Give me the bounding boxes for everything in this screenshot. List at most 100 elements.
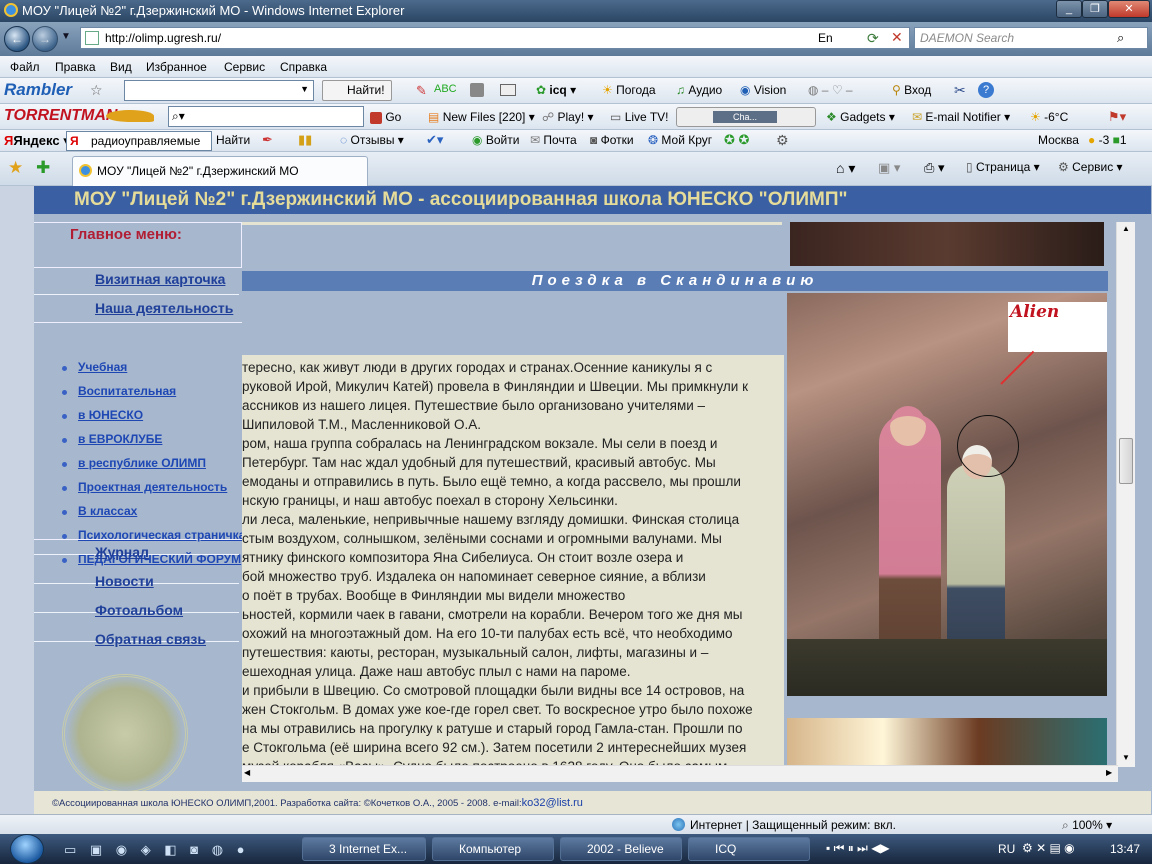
tools-menu[interactable]: ⚙ Сервис ▾: [1058, 160, 1123, 174]
add-favorite-icon[interactable]: ✚: [36, 158, 50, 178]
menu-view[interactable]: Вид: [110, 60, 132, 74]
play-button[interactable]: ☍ Play! ▾: [542, 110, 594, 124]
pencil-icon[interactable]: ✎: [416, 83, 427, 99]
spell-icon[interactable]: ABC: [434, 83, 457, 95]
mail-icon[interactable]: [500, 84, 516, 96]
submenu-item[interactable]: Учебная: [34, 360, 242, 378]
footer-email-link[interactable]: ko32@list.ru: [522, 797, 583, 809]
submenu-item[interactable]: в республике ОЛИМП: [34, 456, 242, 474]
highlight-icon[interactable]: [470, 83, 484, 97]
gadgets-button[interactable]: ❖ Gadgets ▾: [826, 110, 895, 124]
livetv-button[interactable]: ▭ Live TV!: [610, 110, 669, 124]
refresh-icon[interactable]: ⟳: [867, 30, 879, 47]
forward-button[interactable]: →: [32, 26, 58, 52]
menu-item-activity[interactable]: Наша деятельность: [95, 300, 233, 316]
submenu-label[interactable]: Учебная: [78, 360, 127, 374]
photos-button[interactable]: ◙ Фотки: [590, 133, 634, 147]
tray-icons[interactable]: ⚙ ✕ ▤ ◉: [1022, 841, 1075, 855]
menu-item-news[interactable]: Новости: [95, 573, 154, 589]
zoom-level[interactable]: ⌕ 100% ▾: [1062, 818, 1112, 833]
enter-button[interactable]: ◉ Войти: [472, 133, 519, 147]
menu-item-card[interactable]: Визитная карточка: [95, 271, 225, 287]
weather-widget[interactable]: ● -3 ■1: [1088, 133, 1127, 147]
circle-button[interactable]: ❂ Мой Круг: [648, 133, 712, 147]
email-notifier-button[interactable]: ✉ E-mail Notifier ▾: [912, 110, 1010, 124]
icq-button[interactable]: ✿ icq ▾: [536, 83, 576, 97]
help-icon[interactable]: ?: [978, 82, 994, 98]
extras-icon[interactable]: ✪ ✪: [724, 132, 749, 148]
menu-item-feedback[interactable]: Обратная связь: [95, 631, 206, 647]
tab-active[interactable]: МОУ "Лицей №2" г.Дзержинский МО: [72, 156, 368, 186]
gear-icon[interactable]: ⚙: [776, 132, 789, 149]
security-zone[interactable]: Интернет | Защищенный режим: вкл.: [690, 818, 896, 832]
scroll-right-icon[interactable]: ▶: [1106, 768, 1112, 777]
rambler-logo[interactable]: Rambler: [4, 80, 72, 100]
page-menu[interactable]: ▯ Страница ▾: [966, 160, 1040, 174]
submenu-label[interactable]: В классах: [78, 504, 137, 518]
close-button[interactable]: ✕: [1108, 0, 1150, 18]
menu-item-photoalbum[interactable]: Фотоальбом: [95, 602, 183, 618]
tray-lang[interactable]: RU: [998, 842, 1015, 856]
maximize-button[interactable]: ❐: [1082, 0, 1108, 18]
submenu-item[interactable]: Проектная деятельность: [34, 480, 242, 498]
reviews-button[interactable]: ◌ Отзывы ▾: [340, 133, 404, 147]
submenu-label[interactable]: Психологическая страничка: [78, 528, 245, 542]
address-field[interactable]: http://olimp.ugresh.ru/ En ⟳ ✕: [80, 27, 910, 49]
go-button[interactable]: Go: [370, 110, 401, 124]
submenu-label[interactable]: в республике ОЛИМП: [78, 456, 206, 470]
submenu-item[interactable]: В классах: [34, 504, 242, 522]
check-icon[interactable]: ✔▾: [426, 132, 443, 148]
menu-favorites[interactable]: Избранное: [146, 60, 207, 74]
radio-player[interactable]: Cha...: [676, 107, 816, 127]
submenu-label[interactable]: в ЮНЕСКО: [78, 408, 143, 422]
login-button[interactable]: ⚲ Вход: [892, 83, 931, 97]
heart-icon[interactable]: ◍ – ♡ –: [808, 83, 853, 97]
scroll-thumb[interactable]: [1119, 438, 1133, 484]
menu-help[interactable]: Справка: [280, 60, 327, 74]
start-button[interactable]: [10, 834, 44, 864]
tools-icon[interactable]: ✂: [954, 82, 966, 99]
options-icon[interactable]: ⚑▾: [1108, 109, 1126, 125]
quicklaunch-icons[interactable]: ▭ ▣ ◉ ◈ ◧ ◙ ◍ ●: [64, 842, 250, 858]
history-dropdown-icon[interactable]: ▼: [61, 31, 71, 42]
weather-button[interactable]: ☀ Погода: [602, 83, 656, 97]
yandex-logo[interactable]: ЯЯндекс ▾: [4, 133, 70, 149]
submenu-label[interactable]: Проектная деятельность: [78, 480, 227, 494]
menu-file[interactable]: Файл: [10, 60, 40, 74]
menu-tools[interactable]: Сервис: [224, 60, 265, 74]
scroll-left-icon[interactable]: ◀: [244, 768, 250, 777]
rambler-find-button[interactable]: Найти!: [322, 80, 392, 101]
vertical-scrollbar[interactable]: ▲ ▼: [1116, 222, 1135, 767]
scroll-up-icon[interactable]: ▲: [1122, 224, 1130, 233]
yandex-find-button[interactable]: Найти: [216, 133, 250, 147]
rambler-search-input[interactable]: ▼: [124, 80, 314, 101]
submenu-item[interactable]: Воспитательная: [34, 384, 242, 402]
torrentman-search-input[interactable]: ⌕▾: [168, 106, 364, 127]
newfiles-button[interactable]: ▤ New Files [220] ▾: [428, 110, 535, 124]
taskbar-computer[interactable]: Компьютер: [432, 837, 554, 861]
submenu-label[interactable]: в ЕВРОКЛУБЕ: [78, 432, 162, 446]
scroll-down-icon[interactable]: ▼: [1122, 753, 1130, 762]
rss-icon[interactable]: ▣ ▾: [878, 160, 900, 176]
submenu-item[interactable]: в ЕВРОКЛУБЕ: [34, 432, 242, 450]
vision-button[interactable]: ◉ Vision: [740, 83, 786, 97]
stop-icon[interactable]: ✕: [891, 29, 903, 46]
menu-item-journal[interactable]: Журнал: [95, 544, 149, 560]
media-controls[interactable]: ▪ ⏮ ⏸ ⏭ ◀▶: [826, 841, 890, 856]
menu-edit[interactable]: Правка: [55, 60, 96, 74]
mail-button[interactable]: ✉ Почта: [530, 133, 577, 147]
print-icon[interactable]: ⎙ ▾: [924, 160, 945, 176]
torrentman-logo[interactable]: TORRENTMAN: [4, 107, 117, 125]
taskbar-music[interactable]: 2002 - Believe: [560, 837, 682, 861]
search-icon[interactable]: ⌕: [1117, 30, 1124, 46]
audio-button[interactable]: ♫ Аудио: [676, 83, 722, 97]
home-icon[interactable]: ⌂ ▾: [836, 160, 855, 177]
horizontal-scrollbar[interactable]: ◀ ▶: [242, 765, 1118, 782]
minimize-button[interactable]: _: [1056, 0, 1082, 18]
taskbar-icq[interactable]: ICQ: [688, 837, 810, 861]
star-icon[interactable]: ☆: [90, 82, 103, 99]
back-button[interactable]: ←: [4, 26, 30, 52]
submenu-label[interactable]: Воспитательная: [78, 384, 176, 398]
favorites-star-icon[interactable]: ★: [8, 158, 23, 178]
pen-icon[interactable]: ✒: [262, 132, 273, 148]
